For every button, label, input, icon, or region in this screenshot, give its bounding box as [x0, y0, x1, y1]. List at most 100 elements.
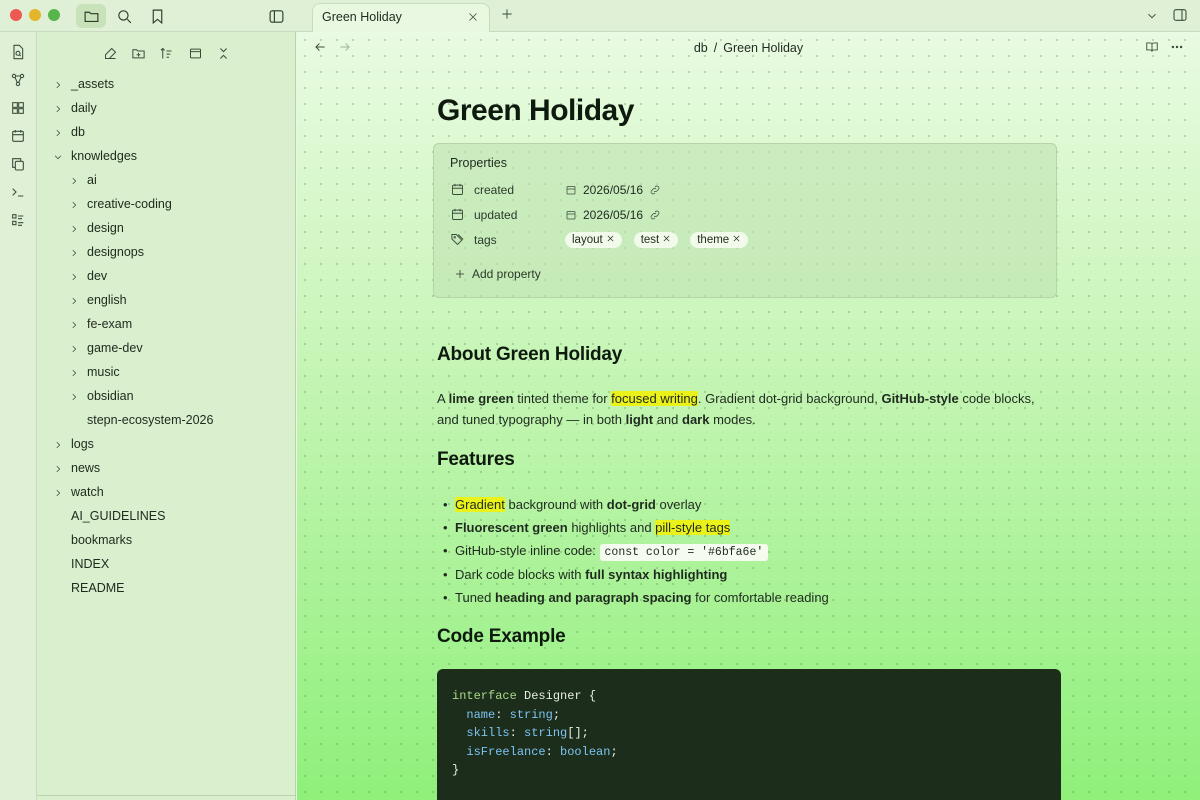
tree-folder[interactable]: logs: [53, 433, 94, 455]
tree-folder[interactable]: watch: [53, 481, 104, 503]
new-folder-button[interactable]: [127, 42, 149, 64]
file-explorer-button[interactable]: [76, 4, 106, 28]
plus-icon: [456, 270, 464, 278]
chevron-right-icon: [69, 271, 81, 283]
breadcrumb-note[interactable]: Green Holiday: [723, 41, 803, 55]
auto-reveal-button[interactable]: [184, 42, 206, 64]
tree-item-label: logs: [71, 437, 94, 451]
property-value[interactable]: 2026/05/16: [565, 183, 661, 197]
tab-close-button[interactable]: [467, 10, 481, 24]
tree-folder[interactable]: news: [53, 457, 100, 479]
tree-folder[interactable]: ai: [69, 169, 97, 191]
remove-tag-icon[interactable]: [732, 234, 741, 246]
tag-pill[interactable]: theme: [690, 232, 749, 248]
tree-folder[interactable]: designops: [69, 241, 144, 263]
tree-folder[interactable]: design: [69, 217, 124, 239]
heading-about[interactable]: About Green Holiday: [437, 344, 622, 366]
tree-file[interactable]: stepn-ecosystem-2026: [69, 409, 213, 431]
collapse-all-button[interactable]: [212, 42, 234, 64]
zoom-window-button[interactable]: [48, 9, 60, 21]
sidebar-icon: [269, 9, 283, 23]
remove-tag-icon[interactable]: [662, 234, 671, 246]
text: background with: [504, 497, 607, 512]
tree-folder[interactable]: creative-coding: [69, 193, 172, 215]
close-window-button[interactable]: [10, 9, 22, 21]
tree-item-label: designops: [87, 245, 144, 259]
list-icon: [12, 214, 24, 226]
add-property-button[interactable]: Add property: [454, 267, 541, 281]
minimize-window-button[interactable]: [29, 9, 41, 21]
new-tab-button[interactable]: [500, 7, 516, 23]
remove-tag-icon[interactable]: [606, 234, 615, 246]
list-item[interactable]: Dark code blocks with full syntax highli…: [443, 563, 1063, 586]
bookmarks-button[interactable]: [144, 4, 170, 28]
tag-pill[interactable]: test: [633, 232, 679, 248]
toggle-sidebar-button[interactable]: [263, 4, 289, 28]
heading-code-example[interactable]: Code Example: [437, 626, 566, 648]
tree-folder[interactable]: _assets: [53, 73, 114, 95]
search-button[interactable]: [111, 4, 137, 28]
link-icon[interactable]: [649, 209, 661, 221]
property-key[interactable]: updated: [474, 208, 517, 222]
ribbon-daily-note[interactable]: [6, 124, 30, 148]
ribbon-command-palette[interactable]: [6, 180, 30, 204]
toggle-right-sidebar-button[interactable]: [1172, 7, 1188, 23]
tab-list-button[interactable]: [1145, 9, 1161, 25]
chevron-right-icon: [69, 367, 81, 379]
tree-folder[interactable]: fe-exam: [69, 313, 132, 335]
tree-item-label: daily: [71, 101, 97, 115]
calendar-icon: [450, 182, 466, 198]
properties-heading[interactable]: Properties: [450, 156, 507, 170]
ribbon-templates[interactable]: [6, 152, 30, 176]
heading-features[interactable]: Features: [437, 449, 515, 471]
bold-text: dark: [682, 412, 710, 427]
tree-file[interactable]: bookmarks: [53, 529, 132, 551]
title-bar: [0, 0, 296, 32]
tag-list: layout test theme: [565, 232, 754, 248]
highlight-text: focused writing: [611, 391, 698, 406]
ribbon-canvas[interactable]: [6, 96, 30, 120]
ribbon-graph-view[interactable]: [6, 68, 30, 92]
sort-button[interactable]: [155, 42, 177, 64]
property-key[interactable]: tags: [474, 233, 497, 247]
list-item[interactable]: Fluorescent green highlights and pill-st…: [443, 516, 1063, 539]
tree-file[interactable]: INDEX: [53, 553, 109, 575]
list-item[interactable]: Gradient background with dot-grid overla…: [443, 493, 1063, 516]
tree-folder[interactable]: daily: [53, 97, 97, 119]
link-icon[interactable]: [649, 184, 661, 196]
note-title[interactable]: Green Holiday: [437, 94, 634, 128]
editor-pane: db / Green Holiday Green Holiday Propertie…: [297, 32, 1200, 800]
code-punct: }: [452, 763, 460, 777]
tree-folder[interactable]: english: [69, 289, 127, 311]
tag-pill[interactable]: layout: [565, 232, 622, 248]
new-note-button[interactable]: [99, 42, 121, 64]
tree-file[interactable]: README: [53, 577, 124, 599]
tree-folder[interactable]: db: [53, 121, 85, 143]
property-key[interactable]: created: [474, 183, 514, 197]
tree-item-label: fe-exam: [87, 317, 133, 331]
tree-folder[interactable]: obsidian: [69, 385, 134, 407]
code-property: isFreelance: [466, 744, 546, 759]
list-item[interactable]: GitHub-style inline code: const color = …: [443, 539, 1063, 563]
reading-view-button[interactable]: [1145, 40, 1161, 56]
code-type: Designer: [524, 689, 582, 703]
ribbon-open-quick-switcher[interactable]: [6, 40, 30, 64]
about-paragraph[interactable]: A lime green tinted theme for focused wr…: [437, 388, 1057, 430]
more-options-button[interactable]: [1170, 40, 1186, 56]
breadcrumb-folder[interactable]: db: [694, 41, 708, 55]
property-value[interactable]: 2026/05/16: [565, 208, 661, 222]
tree-folder[interactable]: music: [69, 361, 120, 383]
tab-green-holiday[interactable]: Green Holiday: [312, 3, 490, 33]
tree-file[interactable]: AI_GUIDELINES: [53, 505, 165, 527]
tree-folder[interactable]: knowledges: [53, 145, 137, 167]
tree-folder[interactable]: dev: [69, 265, 107, 287]
graph-icon: [11, 73, 25, 87]
bold-text: Fluorescent green: [455, 520, 568, 536]
code-block[interactable]: interface Designer { name: string; skill…: [437, 669, 1061, 800]
ribbon-bases[interactable]: [6, 208, 30, 232]
tree-folder[interactable]: game-dev: [69, 337, 143, 359]
bookmark-icon: [152, 9, 162, 24]
tag-label: layout: [572, 234, 603, 246]
list-item[interactable]: Tuned heading and paragraph spacing for …: [443, 586, 1063, 609]
